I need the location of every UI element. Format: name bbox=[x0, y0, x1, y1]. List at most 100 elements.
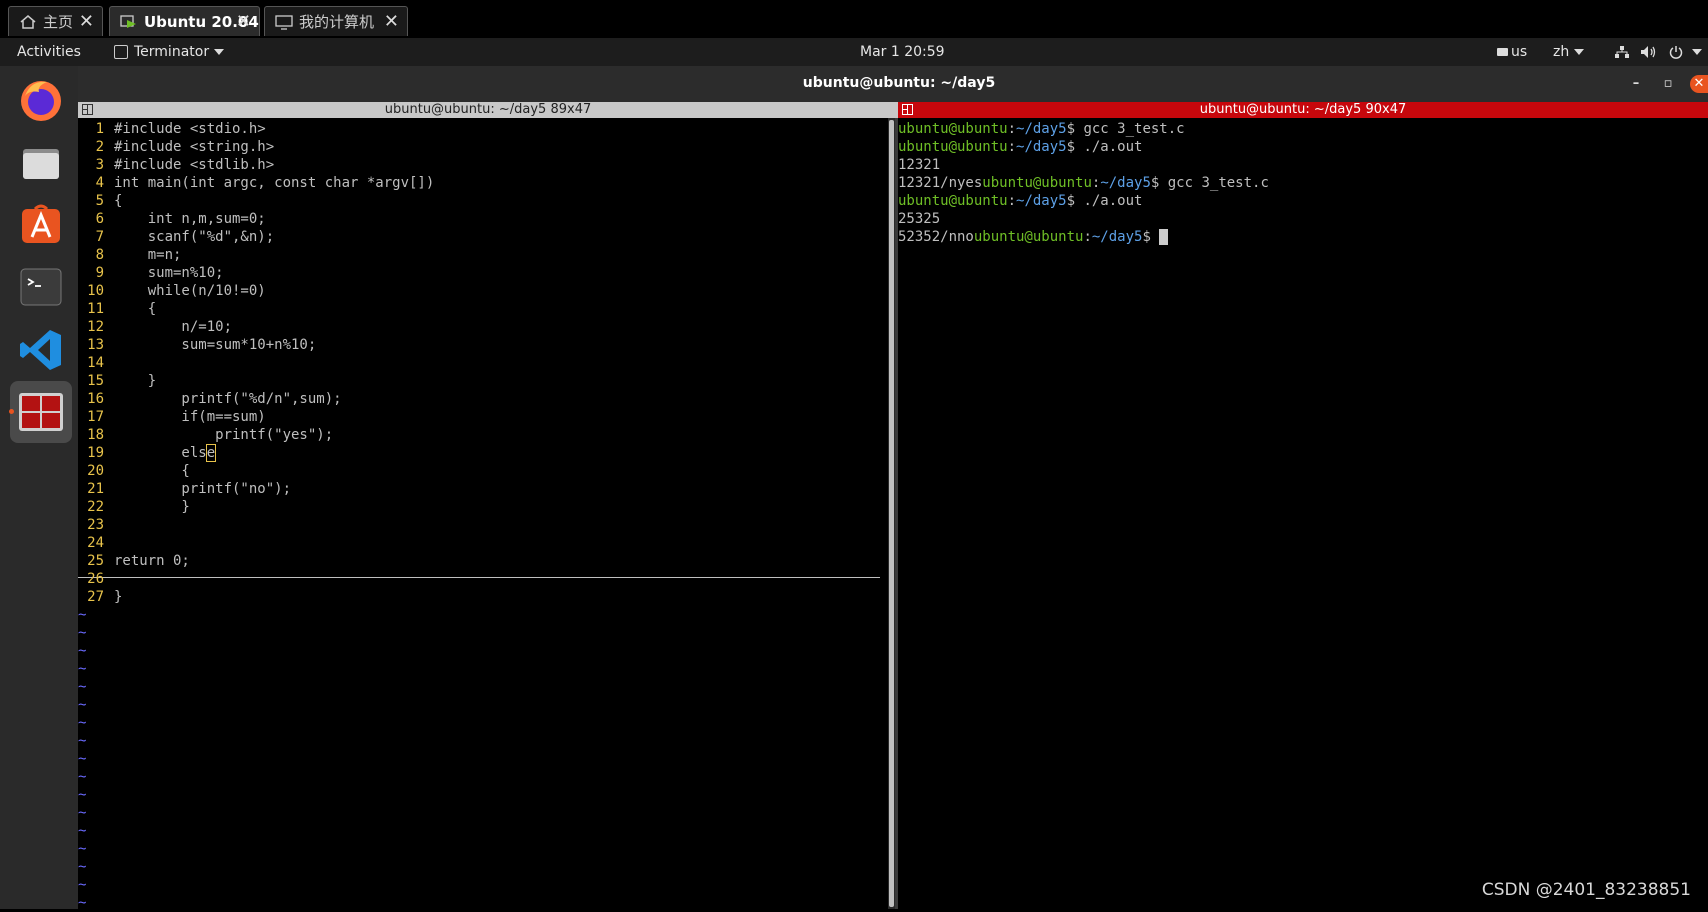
terminator-launcher[interactable] bbox=[9, 381, 72, 443]
terminal-line: ubuntu@ubuntu:~/day5$ ./a.out bbox=[898, 138, 1142, 156]
prompt-dollar: $ bbox=[1142, 229, 1160, 245]
prompt-colon: : bbox=[1083, 229, 1092, 245]
maximize-button[interactable]: ▫ bbox=[1658, 74, 1678, 94]
empty-buffer-line: ~ bbox=[78, 661, 87, 677]
line-number: 24 bbox=[87, 535, 104, 551]
program-output: 12321/nyes bbox=[898, 175, 983, 191]
monitor-icon bbox=[273, 13, 295, 31]
line-number: 2 bbox=[95, 139, 104, 155]
vmware-tab-my-computer[interactable]: 我的计算机 ✕ bbox=[264, 6, 408, 36]
left-pane-title: ubuntu@ubuntu: ~/day5 89x47 bbox=[384, 102, 592, 117]
input-method-label: zh bbox=[1553, 44, 1570, 60]
app-menu-label: Terminator bbox=[134, 44, 210, 60]
terminal-line: 52352/nnoubuntu@ubuntu:~/day5$ bbox=[898, 228, 1169, 246]
line-number: 15 bbox=[87, 373, 104, 389]
prompt-user: ubuntu@ubuntu bbox=[898, 121, 1008, 137]
empty-buffer-line: ~ bbox=[78, 607, 87, 623]
empty-buffer-line: ~ bbox=[78, 733, 87, 749]
tab-label: 主页 bbox=[43, 13, 74, 31]
prompt-user: ubuntu@ubuntu bbox=[982, 175, 1092, 191]
empty-buffer-line: ~ bbox=[78, 805, 87, 821]
vmware-tab-home[interactable]: 主页 ✕ bbox=[8, 6, 103, 36]
chevron-down-icon bbox=[1574, 49, 1585, 55]
prompt-dollar: $ bbox=[1066, 121, 1084, 137]
prompt-user: ubuntu@ubuntu bbox=[898, 139, 1008, 155]
close-icon[interactable]: ✕ bbox=[236, 11, 251, 32]
line-number: 4 bbox=[95, 175, 104, 191]
close-window-button[interactable]: ✕ bbox=[1690, 75, 1708, 93]
files-launcher[interactable] bbox=[10, 132, 72, 194]
shell-pane[interactable]: ubuntu@ubuntu:~/day5$ gcc 3_test.c ubuntu… bbox=[898, 118, 1708, 909]
line-number: 14 bbox=[87, 355, 104, 371]
empty-buffer-line: ~ bbox=[78, 643, 87, 659]
code-text: n/=10; bbox=[114, 319, 233, 335]
keyboard-layout-indicator[interactable]: us bbox=[1497, 38, 1527, 66]
prompt-path: ~/day5 bbox=[1016, 193, 1067, 209]
empty-buffer-line: ~ bbox=[78, 895, 87, 911]
line-number: 23 bbox=[87, 517, 104, 533]
code-text: while(n/10!=0) bbox=[114, 283, 266, 299]
line-number: 18 bbox=[87, 427, 104, 443]
line-number: 7 bbox=[95, 229, 104, 245]
code-text: { bbox=[114, 193, 123, 209]
system-menu[interactable] bbox=[1614, 38, 1703, 66]
code-text: #include <stdio.h> bbox=[114, 121, 266, 137]
firefox-launcher[interactable] bbox=[10, 69, 72, 131]
terminal-line: ubuntu@ubuntu:~/day5$ gcc 3_test.c bbox=[898, 120, 1185, 138]
input-method-indicator[interactable]: zh bbox=[1553, 38, 1585, 66]
code-text: sum=sum*10+n%10; bbox=[114, 337, 317, 353]
software-center-launcher[interactable] bbox=[10, 194, 72, 256]
line-number: 9 bbox=[95, 265, 104, 281]
window-title: ubuntu@ubuntu: ~/day5 bbox=[802, 75, 996, 91]
clock[interactable]: Mar 1 20:59 bbox=[860, 38, 945, 66]
chevron-down-icon bbox=[1692, 49, 1703, 55]
left-pane-scrollbar[interactable] bbox=[888, 118, 895, 909]
prompt-path: ~/day5 bbox=[1016, 121, 1067, 137]
line-number: 17 bbox=[87, 409, 104, 425]
empty-buffer-line: ~ bbox=[78, 697, 87, 713]
empty-buffer-line: ~ bbox=[78, 625, 87, 641]
vscode-icon bbox=[20, 330, 61, 370]
vscode-launcher[interactable] bbox=[10, 319, 72, 381]
vmware-tab-ubuntu[interactable]: Ubuntu 20.04 ✕ bbox=[109, 6, 260, 36]
scrollbar-thumb[interactable] bbox=[889, 120, 894, 907]
vim-editor-pane[interactable]: 1 #include <stdio.h> 2 #include <string.h> 3… bbox=[78, 118, 888, 911]
activities-button[interactable]: Activities bbox=[17, 38, 81, 66]
prompt-colon: : bbox=[1007, 139, 1017, 155]
command-text: gcc 3_test.c bbox=[1167, 175, 1269, 191]
prompt-user: ubuntu@ubuntu bbox=[973, 229, 1084, 245]
left-pane-title-bar[interactable]: ubuntu@ubuntu: ~/day5 89x47 bbox=[78, 102, 898, 118]
minimize-button[interactable]: – bbox=[1626, 74, 1646, 94]
code-text: } bbox=[114, 499, 190, 515]
app-menu-icon bbox=[114, 45, 128, 59]
vm-icon bbox=[118, 13, 140, 31]
network-icon bbox=[1615, 46, 1629, 58]
code-text: { bbox=[114, 301, 157, 317]
prompt-path: ~/day5 bbox=[1100, 175, 1151, 191]
code-text: #include <stdlib.h> bbox=[114, 157, 275, 173]
empty-buffer-line: ~ bbox=[78, 769, 87, 785]
code-text: printf("yes"); bbox=[114, 427, 334, 443]
empty-buffer-line: ~ bbox=[78, 751, 87, 767]
terminal-cursor bbox=[1159, 229, 1169, 245]
close-icon[interactable]: ✕ bbox=[79, 11, 94, 32]
line-number: 21 bbox=[87, 481, 104, 497]
window-title-bar[interactable]: ubuntu@ubuntu: ~/day5 – ▫ ✕ bbox=[78, 66, 1708, 102]
volume-icon bbox=[1641, 46, 1656, 58]
terminal-line: 25325 bbox=[898, 210, 940, 228]
right-pane-title-bar[interactable]: ubuntu@ubuntu: ~/day5 90x47 bbox=[898, 102, 1708, 118]
terminal-launcher[interactable] bbox=[10, 256, 72, 318]
line-number: 22 bbox=[87, 499, 104, 515]
line-number: 16 bbox=[87, 391, 104, 407]
line-number: 1 bbox=[95, 121, 104, 137]
command-text: ./a.out bbox=[1083, 139, 1143, 155]
app-menu[interactable]: Terminator bbox=[114, 38, 225, 66]
code-text: scanf("%d",&n); bbox=[114, 229, 275, 245]
code-text: else bbox=[114, 444, 217, 462]
empty-buffer-line: ~ bbox=[78, 715, 87, 731]
terminal-line: ubuntu@ubuntu:~/day5$ ./a.out bbox=[898, 192, 1142, 210]
tab-label: 我的计算机 bbox=[299, 13, 375, 31]
power-icon bbox=[1669, 46, 1683, 59]
close-icon[interactable]: ✕ bbox=[384, 11, 399, 32]
code-text: printf("%d/n",sum); bbox=[114, 391, 342, 407]
